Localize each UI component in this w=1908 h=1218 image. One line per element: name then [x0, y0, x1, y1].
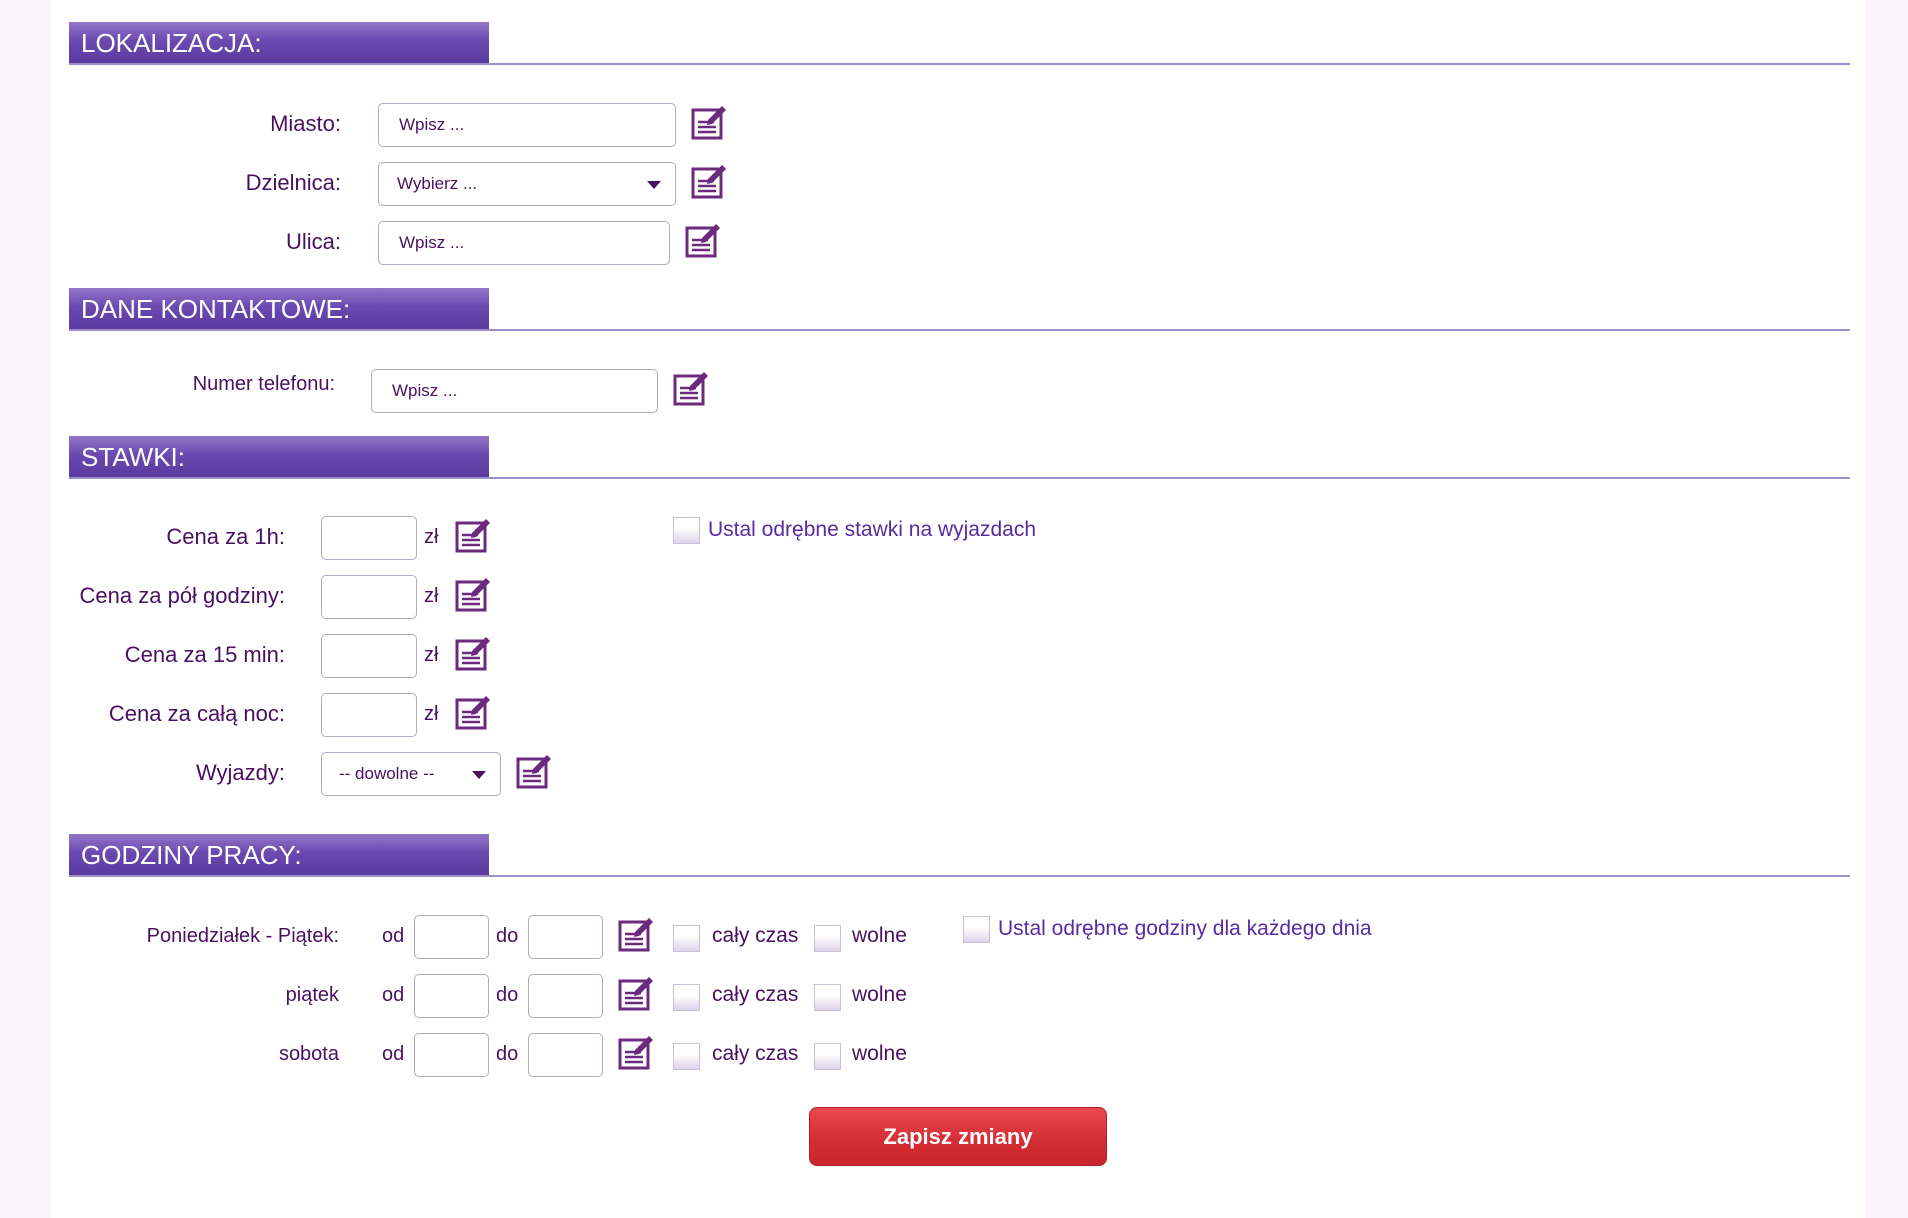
currency-unit: zł	[424, 644, 439, 666]
all-time-label: cały czas	[712, 1042, 799, 1065]
separate-hours-label: Ustal odrębne godziny dla każdego dnia	[998, 917, 1372, 940]
section-title-location: LOKALIZACJA:	[69, 22, 489, 64]
caret-down-icon	[472, 771, 486, 779]
rate-label: Cena za 15 min:	[124, 642, 285, 667]
separate-rates-label: Ustal odrębne stawki na wyjazdach	[708, 518, 1037, 541]
street-label: Ulica:	[285, 229, 341, 254]
edit-icon[interactable]	[690, 163, 728, 201]
edit-icon[interactable]	[454, 635, 492, 673]
from-label: od	[382, 1043, 405, 1065]
day-off-checkbox[interactable]	[814, 984, 841, 1011]
section-rates: STAWKI:	[69, 436, 1850, 485]
all-time-checkbox[interactable]	[673, 925, 700, 952]
city-input[interactable]: Wpisz ...	[378, 103, 676, 147]
city-label: Miasto:	[270, 111, 341, 136]
district-label: Dzielnica:	[245, 170, 341, 195]
trips-select[interactable]: -- dowolne --	[321, 752, 501, 796]
section-divider	[69, 875, 1850, 877]
edit-icon[interactable]	[672, 370, 710, 408]
from-time-input[interactable]	[414, 974, 489, 1018]
section-divider	[69, 329, 1850, 331]
rate-input[interactable]	[321, 693, 417, 737]
edit-icon[interactable]	[617, 975, 655, 1013]
section-hours: GODZINY PRACY:	[69, 834, 1850, 883]
from-time-input[interactable]	[414, 1033, 489, 1077]
caret-down-icon	[647, 181, 661, 189]
section-title-hours: GODZINY PRACY:	[69, 834, 489, 876]
district-select[interactable]: Wybierz ...	[378, 162, 676, 206]
rate-input[interactable]	[321, 575, 417, 619]
edit-icon[interactable]	[454, 694, 492, 732]
district-select-value: Wybierz ...	[397, 174, 478, 193]
rate-label: Cena za pół godziny:	[79, 583, 285, 608]
all-time-checkbox[interactable]	[673, 984, 700, 1011]
to-time-input[interactable]	[528, 915, 603, 959]
currency-unit: zł	[424, 585, 439, 607]
to-time-input[interactable]	[528, 974, 603, 1018]
phone-label: Numer telefonu:	[192, 373, 335, 395]
currency-unit: zł	[424, 526, 439, 548]
rate-label: Cena za 1h:	[166, 524, 285, 549]
day-off-label: wolne	[852, 924, 907, 947]
day-label: Poniedziałek - Piątek:	[146, 925, 339, 947]
separate-rates-checkbox[interactable]	[673, 517, 700, 544]
edit-icon[interactable]	[515, 753, 553, 791]
from-label: od	[382, 984, 405, 1006]
edit-icon[interactable]	[617, 916, 655, 954]
edit-icon[interactable]	[617, 1034, 655, 1072]
section-title-contact: DANE KONTAKTOWE:	[69, 288, 489, 330]
section-divider	[69, 63, 1850, 65]
phone-input[interactable]: Wpisz ...	[371, 369, 658, 413]
day-label: piątek	[285, 984, 339, 1006]
section-title-rates: STAWKI:	[69, 436, 489, 478]
to-label: do	[496, 984, 519, 1006]
edit-icon[interactable]	[690, 104, 728, 142]
day-label: sobota	[278, 1043, 339, 1065]
to-time-input[interactable]	[528, 1033, 603, 1077]
from-label: od	[382, 925, 405, 947]
trips-select-value: -- dowolne --	[339, 764, 435, 783]
day-off-checkbox[interactable]	[814, 1043, 841, 1070]
save-button[interactable]: Zapisz zmiany	[809, 1107, 1107, 1166]
rate-input[interactable]	[321, 516, 417, 560]
trips-label: Wyjazdy:	[195, 760, 285, 785]
edit-icon[interactable]	[454, 517, 492, 555]
edit-icon[interactable]	[684, 222, 722, 260]
day-off-label: wolne	[852, 1042, 907, 1065]
from-time-input[interactable]	[414, 915, 489, 959]
all-time-checkbox[interactable]	[673, 1043, 700, 1070]
rate-label: Cena za całą noc:	[108, 701, 285, 726]
edit-icon[interactable]	[454, 576, 492, 614]
day-off-label: wolne	[852, 983, 907, 1006]
section-location: LOKALIZACJA:	[69, 22, 1850, 71]
section-contact: DANE KONTAKTOWE:	[69, 288, 1850, 337]
to-label: do	[496, 1043, 519, 1065]
street-input[interactable]: Wpisz ...	[378, 221, 670, 265]
all-time-label: cały czas	[712, 924, 799, 947]
separate-hours-checkbox[interactable]	[963, 916, 990, 943]
all-time-label: cały czas	[712, 983, 799, 1006]
day-off-checkbox[interactable]	[814, 925, 841, 952]
to-label: do	[496, 925, 519, 947]
section-divider	[69, 477, 1850, 479]
rate-input[interactable]	[321, 634, 417, 678]
currency-unit: zł	[424, 703, 439, 725]
